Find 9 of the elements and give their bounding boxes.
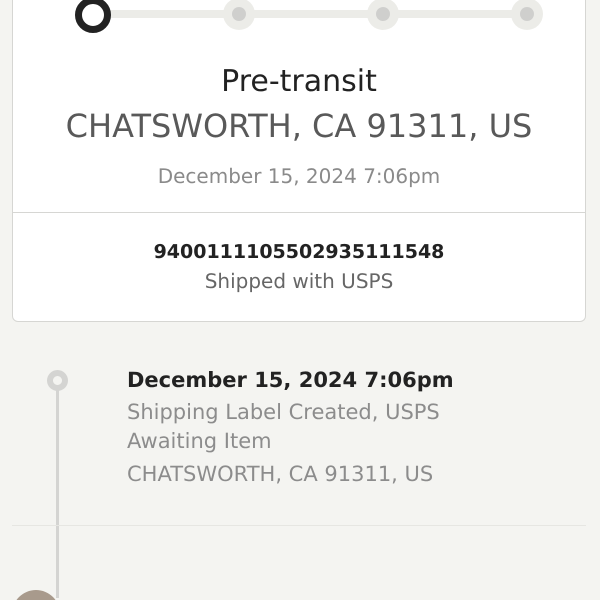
tracking-number: 9400111105502935111548: [154, 241, 444, 263]
status-location: CHATSWORTH, CA 91311, US: [66, 106, 532, 147]
carrier-text: Shipped with USPS: [204, 269, 394, 293]
timeline-dot-icon: [47, 370, 68, 391]
event-description: Shipping Label Created, USPS Awaiting Item: [127, 399, 441, 455]
status-time: December 15, 2024 7:06pm: [158, 164, 440, 188]
event-date: December 15, 2024 7:06pm: [127, 367, 455, 394]
event-location: CHATSWORTH, CA 91311, US: [127, 461, 434, 488]
status-title: Pre-transit: [221, 63, 377, 101]
